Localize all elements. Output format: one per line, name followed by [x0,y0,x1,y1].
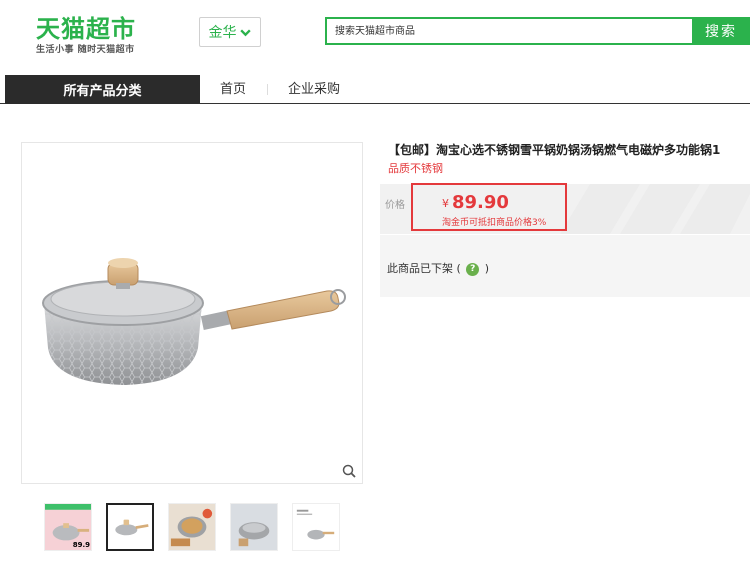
chevron-down-icon [239,28,251,36]
search-button[interactable]: 搜索 [692,17,750,45]
price-value: 89.90 [452,192,509,213]
tmall-supermarket-logo[interactable]: 天猫超市 生活小事 随时天猫超市 [36,14,146,60]
thumbnail-1[interactable]: 89.9 [44,503,92,551]
thumbnail-image [108,505,152,549]
thumbnail-price-badge: 89.9 [72,541,90,549]
product-subtitle: 品质不锈钢 [388,162,443,175]
thumbnail-3[interactable] [168,503,216,551]
status-message: 此商品已下架 [387,262,453,275]
price-label: 价格 [385,200,405,211]
search-input[interactable] [325,17,693,45]
zoom-icon[interactable] [342,464,356,478]
city-name: 金华 [208,25,237,41]
nav-item-enterprise[interactable]: 企业采购 [288,75,340,104]
question-icon[interactable]: ? [466,262,480,276]
nav-divider [267,84,268,95]
thumbnail-image [293,504,339,550]
city-selector[interactable]: 金华 [199,17,261,47]
taojinbi-discount-note: 淘金币可抵扣商品价格3% [442,218,547,228]
price-currency: ¥ [442,197,449,210]
status-paren-open: ( [456,262,461,275]
thumbnail-image [231,504,277,550]
nav-item-home[interactable]: 首页 [220,75,246,104]
thumbnail-2-selected[interactable] [106,503,154,551]
thumbnail-5[interactable] [292,503,340,551]
product-title: 【包邮】淘宝心选不锈钢雪平锅奶锅汤锅燃气电磁炉多功能锅1 [388,143,721,157]
saucepan-image [42,258,346,385]
product-status: 此商品已下架 ( ? ) [387,260,489,276]
logo-slogan: 生活小事 随时天猫超市 [36,45,135,55]
logo-text: 天猫超市 [36,15,136,43]
thumbnail-image [169,504,215,550]
thumbnail-4[interactable] [230,503,278,551]
main-product-image[interactable] [21,142,363,484]
status-paren-close: ) [484,262,490,275]
all-categories-menu[interactable]: 所有产品分类 [5,75,200,104]
